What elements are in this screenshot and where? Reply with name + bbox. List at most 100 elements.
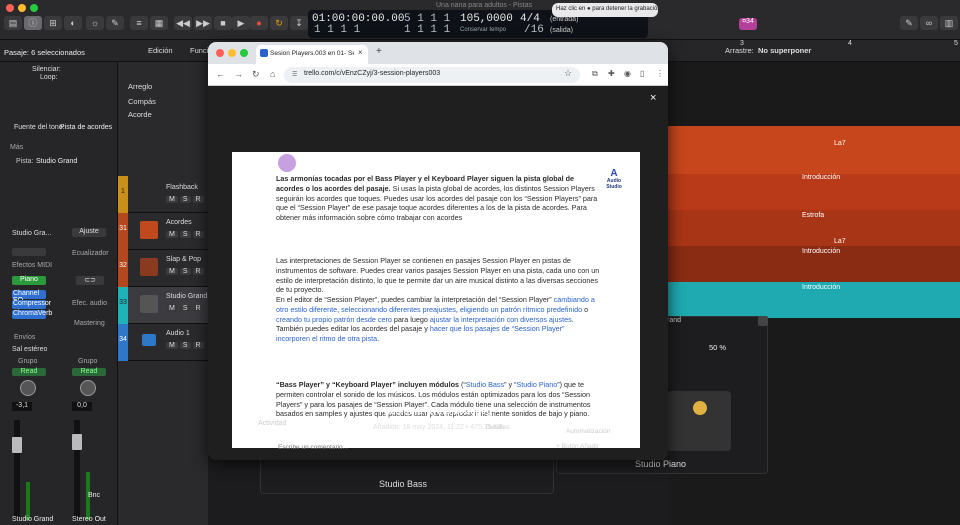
count-badge[interactable]: ¤34 — [739, 18, 757, 30]
link-adjust[interactable]: ajustar la interpretación con diversos a… — [430, 315, 572, 324]
browser-icon[interactable]: ▥ — [940, 16, 958, 30]
notepad-icon[interactable]: ✎ — [900, 16, 918, 30]
track-value[interactable]: Studio Grand — [36, 158, 77, 165]
solo-button[interactable]: S — [179, 305, 191, 312]
setting-button[interactable]: Ajuste — [72, 228, 106, 237]
rec-button[interactable]: R — [192, 305, 204, 312]
rewind-button[interactable]: ◀◀ — [174, 16, 192, 30]
pan-knob-2[interactable] — [80, 380, 96, 396]
piano-close-icon[interactable] — [758, 316, 768, 326]
output-label[interactable]: Sal estéreo — [12, 346, 47, 353]
volume-readout-2[interactable]: 0,0 — [72, 402, 92, 411]
puzzle-icon[interactable]: ✚ — [608, 69, 615, 78]
sidebar-icon[interactable]: ▯ — [640, 69, 644, 78]
mixer-icon[interactable]: ☼ — [86, 16, 104, 30]
profile-icon[interactable]: ◉ — [624, 69, 631, 78]
group-label-2[interactable]: Grupo — [78, 358, 97, 365]
automation-read-1[interactable]: Read — [12, 368, 46, 376]
rec-button[interactable]: R — [192, 268, 204, 275]
punch-icon[interactable]: ↧ — [290, 16, 308, 30]
strip-name[interactable]: Studio Gra... — [12, 230, 51, 237]
home-icon[interactable]: ⌂ — [270, 69, 275, 79]
track-row[interactable]: 34 Audio 1 MSR — [118, 324, 208, 361]
notes-icon[interactable]: ▦ — [150, 16, 168, 30]
fader-2[interactable] — [72, 434, 82, 450]
plugin-slot-2[interactable]: Compressor — [12, 300, 51, 309]
close-viewer-icon[interactable]: × — [650, 92, 656, 104]
comment-input[interactable]: Escribe un comentario... — [278, 444, 348, 451]
rec-button[interactable]: R — [192, 342, 204, 349]
fader-1[interactable] — [12, 437, 22, 453]
edit-menu[interactable]: Edición — [148, 46, 173, 55]
close-window-button[interactable] — [6, 4, 14, 12]
automation-read-2[interactable]: Read — [72, 368, 106, 376]
track-name[interactable]: Flashback — [166, 184, 198, 191]
bounce-button[interactable]: Bnc — [88, 492, 100, 499]
bass-region[interactable]: Introducción — [668, 246, 960, 282]
link-own-pattern[interactable]: creando tu propio patrón desde cero — [276, 315, 392, 324]
volume-readout-1[interactable]: -3,1 — [12, 402, 32, 411]
active-tab[interactable]: Sesion Players.003 en 01- Se × — [256, 45, 368, 64]
loops-icon[interactable]: ∞ — [920, 16, 938, 30]
more-disclosure[interactable]: Más — [10, 144, 23, 151]
play-button[interactable]: ▶ — [232, 16, 250, 30]
library-icon[interactable]: ▤ — [4, 16, 22, 30]
browser-window[interactable]: Sesion Players.003 en 01- Se × + ← → ↻ ⌂… — [208, 42, 668, 460]
mute-button[interactable]: M — [166, 196, 178, 203]
new-tab-icon[interactable]: + — [376, 46, 382, 57]
record-button[interactable]: ● — [250, 16, 268, 30]
group-label-1[interactable]: Grupo — [18, 358, 37, 365]
toolbar-icon[interactable]: ⊞ — [44, 16, 62, 30]
rec-button[interactable]: R — [192, 231, 204, 238]
link-studio-piano[interactable]: Studio Piano — [516, 380, 557, 389]
region-inspector-title[interactable]: Pasaje: 6 seleccionados — [4, 48, 85, 57]
arrangement-track[interactable]: Arreglo — [128, 82, 152, 91]
piano-region[interactable]: Introducción — [668, 282, 960, 318]
track-row[interactable]: 33 Studio Grand MSR — [118, 287, 208, 324]
plugin-slot-1[interactable]: Channel EQ — [12, 290, 46, 304]
minimize-window-button[interactable] — [18, 4, 26, 12]
browser-zoom-button[interactable] — [240, 49, 248, 57]
inspector-icon[interactable]: ⓘ — [24, 16, 42, 30]
solo-button[interactable]: S — [179, 196, 191, 203]
link-studio-bass[interactable]: Studio Bass — [466, 380, 504, 389]
link-icon[interactable]: ⊂⊃ — [76, 276, 104, 285]
mute-button[interactable]: M — [166, 268, 178, 275]
strip-eq-display[interactable] — [12, 248, 46, 256]
tab-close-icon[interactable]: × — [358, 48, 363, 57]
open-new-tab-action[interactable]: ↗ Abrir en una pestaña nueva — [340, 438, 433, 446]
solo-button[interactable]: S — [179, 342, 191, 349]
forward-icon[interactable]: → — [234, 69, 243, 79]
track-row[interactable]: 31 Acordes MSR — [118, 213, 208, 250]
tone-source-value[interactable]: Pista de acordes — [60, 124, 112, 131]
add-button-label[interactable]: + Botón Añadir — [556, 443, 599, 450]
track-name[interactable]: Studio Grand — [166, 293, 207, 300]
drum-region-2[interactable]: Estrofa La7 — [668, 210, 960, 246]
piano-percent[interactable]: 50 % — [709, 343, 726, 352]
link-presets[interactable]: seleccionando diferentes preajustes — [341, 305, 456, 314]
editors-icon[interactable]: ✎ — [106, 16, 124, 30]
chord-track[interactable]: Acorde — [128, 110, 152, 119]
signature-track[interactable]: Compás — [128, 97, 156, 106]
bookmark-star-icon[interactable]: ☆ — [564, 68, 572, 79]
extension-icon[interactable]: ⧉ — [592, 69, 598, 79]
smart-controls-icon[interactable]: ◐ — [64, 16, 82, 30]
mute-button[interactable]: M — [166, 305, 178, 312]
stop-button[interactable]: ■ — [214, 16, 232, 30]
mute-button[interactable]: M — [166, 231, 178, 238]
site-info-icon[interactable]: ☰ — [292, 71, 297, 78]
browser-minimize-button[interactable] — [228, 49, 236, 57]
address-field[interactable]: ☰ trello.com/c/vEnzCZyj/3-session-player… — [284, 67, 580, 83]
menu-icon[interactable]: ⋮ — [656, 69, 664, 78]
piano-knob[interactable] — [693, 401, 707, 415]
remove-cover-action[interactable]: ▭ Quitar portada — [444, 438, 497, 446]
back-icon[interactable]: ← — [216, 69, 225, 79]
reload-icon[interactable]: ↻ — [252, 69, 260, 80]
browser-close-button[interactable] — [216, 49, 224, 57]
forward-button[interactable]: ▶▶ — [194, 16, 212, 30]
track-row[interactable]: 32 Slap & Pop MSR — [118, 250, 208, 287]
track-name[interactable]: Audio 1 — [166, 330, 190, 337]
track-row[interactable]: 1 Flashback MSR — [118, 176, 208, 213]
track-name[interactable]: Slap & Pop — [166, 256, 201, 263]
solo-button[interactable]: S — [179, 268, 191, 275]
